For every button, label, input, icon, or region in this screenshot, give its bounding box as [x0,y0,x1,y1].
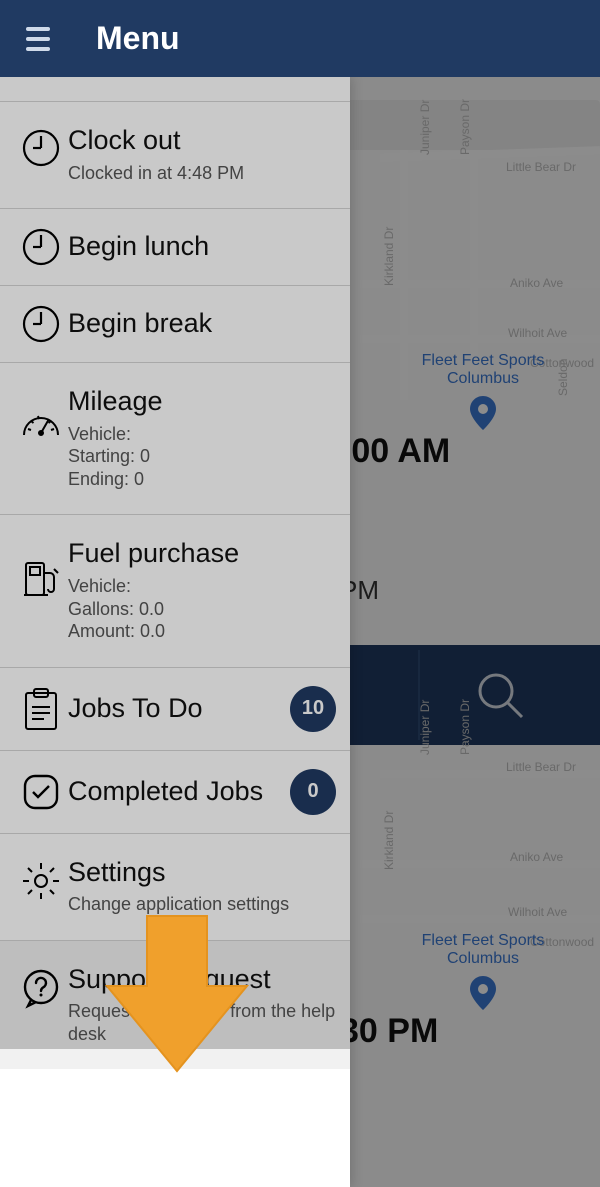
menu-item-begin-lunch[interactable]: Begin lunch [0,209,350,286]
clipboard-icon [22,687,60,731]
hamburger-menu-icon[interactable] [26,27,50,51]
header-title: Menu [96,20,180,57]
jobs-todo-badge: 10 [290,686,336,732]
menu-item-label: Jobs To Do [68,694,282,724]
menu-item-label: Clock out [68,126,336,156]
menu-item-settings[interactable]: Settings Change application settings [0,834,350,941]
gauge-icon [20,405,62,447]
fuel-pump-icon [20,557,62,599]
menu-item-subtitle: Change application settings [68,893,336,916]
menu-item-label: Begin lunch [68,232,336,262]
menu-item-label: Mileage [68,387,336,417]
menu-item-clock-out[interactable]: Clock out Clocked in at 4:48 PM [0,101,350,209]
menu-item-mileage[interactable]: Mileage Vehicle: Starting: 0 Ending: 0 [0,363,350,515]
menu-item-label: Begin break [68,309,336,339]
check-icon [21,772,61,812]
menu-item-begin-break[interactable]: Begin break [0,286,350,363]
menu-item-label: Support Request [68,965,336,995]
clock-icon [21,128,61,168]
menu-item-label: Completed Jobs [68,777,282,807]
menu-item-subtitle: Clocked in at 4:48 PM [68,162,336,185]
jobs-done-badge: 0 [290,769,336,815]
menu-item-subtitle: Vehicle: Gallons: 0.0 Amount: 0.0 [68,575,336,643]
menu-item-subtitle: Vehicle: Starting: 0 Ending: 0 [68,423,336,491]
menu-item-jobs-todo[interactable]: Jobs To Do 10 [0,668,350,751]
clock-icon [21,304,61,344]
menu-item-fuel-purchase[interactable]: Fuel purchase Vehicle: Gallons: 0.0 Amou… [0,515,350,667]
menu-item-completed-jobs[interactable]: Completed Jobs 0 [0,751,350,834]
clock-icon [21,227,61,267]
app-header: Menu [0,0,600,77]
help-icon [20,967,62,1009]
menu-item-support-request[interactable]: Support Request Request assistance from … [0,941,350,1070]
menu-item-label: Settings [68,858,336,888]
menu-item-label: Fuel purchase [68,539,336,569]
navigation-drawer: Clock out Clocked in at 4:48 PM Begin lu… [0,77,350,1187]
menu-item-subtitle: Request assistance from the help desk [68,1000,336,1045]
gear-icon [20,860,62,902]
